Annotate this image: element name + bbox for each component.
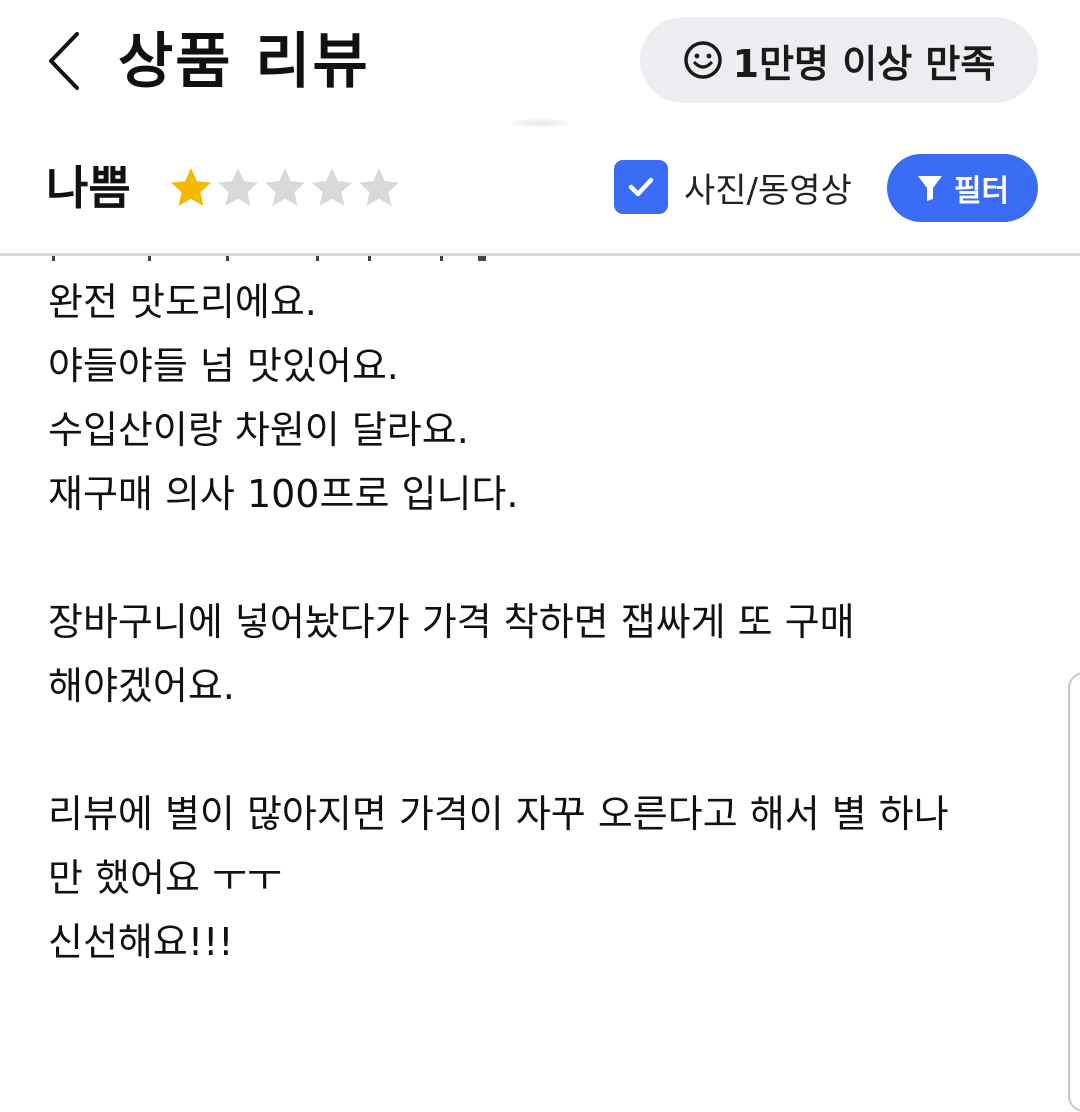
photo-video-checkbox[interactable]: 사진/동영상 — [614, 160, 852, 214]
review-text: 완전 맛도리에요. 야들야들 넘 맛있어요. 수입산이랑 차원이 달라요. 재구매 의… — [48, 270, 1048, 974]
header-shadow — [505, 118, 575, 128]
review-line: 만 했어요 ㅜㅜ — [48, 856, 282, 900]
satisfaction-badge[interactable]: 1만명 이상 만족 — [640, 17, 1038, 103]
star-rating — [168, 162, 402, 214]
filter-row: 나쁨 사진/동영상 필터 — [0, 140, 1080, 240]
satisfaction-badge-label: 1만명 이상 만족 — [732, 41, 996, 86]
checkmark-icon — [628, 177, 654, 197]
checkbox-checked[interactable] — [614, 160, 668, 214]
review-line: 장바구니에 넣어놨다가 가격 착하면 잽싸게 또 구매 — [48, 600, 855, 644]
chevron-left-icon — [49, 32, 79, 90]
filter-button[interactable]: 필터 — [887, 154, 1038, 222]
funnel-icon — [917, 176, 942, 201]
smiley-icon — [683, 41, 722, 79]
app-header: 상품 리뷰 1만명 이상 만족 — [0, 0, 1080, 128]
star-empty-icon — [312, 168, 352, 206]
review-line: 신선해요!!! — [48, 920, 234, 964]
review-line: 재구매 의사 100프로 입니다. — [48, 472, 519, 516]
scrolled-text-remnant — [48, 256, 488, 264]
review-line: 완전 맛도리에요. — [48, 280, 317, 324]
star-empty-icon — [265, 168, 305, 206]
page-title: 상품 리뷰 — [118, 27, 370, 97]
review-line: 해야겠어요. — [48, 664, 235, 708]
star-empty-icon — [218, 168, 258, 206]
filter-button-label: 필터 — [953, 174, 1010, 209]
review-line: 리뷰에 별이 많아지면 가격이 자꾸 오른다고 해서 별 하나 — [48, 792, 949, 836]
star-filled-icon — [171, 168, 211, 206]
scrollbar-handle[interactable] — [1068, 672, 1080, 1112]
review-line: 야들야들 넘 맛있어요. — [48, 344, 399, 388]
rating-label[interactable]: 나쁨 — [46, 158, 131, 218]
photo-video-label: 사진/동영상 — [684, 170, 852, 211]
star-empty-icon — [359, 168, 399, 206]
review-line: 수입산이랑 차원이 달라요. — [48, 408, 469, 452]
back-button[interactable] — [36, 26, 90, 96]
